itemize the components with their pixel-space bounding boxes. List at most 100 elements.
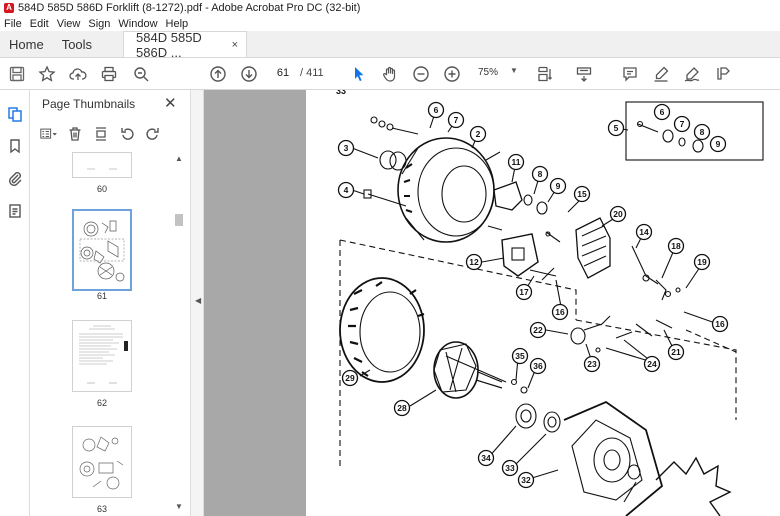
next-page-icon[interactable] <box>239 64 259 84</box>
thumbnail-page-60[interactable] <box>72 152 132 178</box>
svg-text:7: 7 <box>454 115 459 125</box>
tab-close-button[interactable]: × <box>232 39 238 51</box>
attachments-icon[interactable] <box>7 170 23 186</box>
thumbnail-page-61[interactable] <box>72 209 132 291</box>
callout-12: 12 <box>465 253 483 271</box>
scroll-down-icon[interactable]: ▼ <box>175 502 183 511</box>
previous-page-icon[interactable] <box>208 64 228 84</box>
tab-home[interactable]: Home <box>0 31 53 57</box>
cloud-upload-icon[interactable] <box>68 64 88 84</box>
callout-29: 29 <box>341 369 359 387</box>
page-thumbnails-icon[interactable] <box>7 106 23 122</box>
callout-22: 22 <box>529 321 547 339</box>
rotate-right-icon[interactable] <box>144 125 162 143</box>
svg-text:2: 2 <box>476 129 481 139</box>
svg-text:5: 5 <box>614 123 619 133</box>
thumbnail-page-63[interactable] <box>72 426 132 498</box>
callout-19: 19 <box>693 253 711 271</box>
menu-help[interactable]: Help <box>166 18 189 30</box>
scroll-mode-icon[interactable] <box>574 64 594 84</box>
panel-splitter[interactable]: ◀ <box>190 90 204 516</box>
svg-text:3: 3 <box>344 143 349 153</box>
callout-18: 18 <box>667 237 685 255</box>
thumbnail-label: 63 <box>96 504 107 514</box>
callout-9: 9 <box>709 135 727 153</box>
thumbnail-list: 60 61 62 63 <box>30 152 180 516</box>
zoom-level[interactable]: 75% <box>478 67 498 78</box>
zoom-in-icon[interactable] <box>442 64 462 84</box>
callout-5: 5 <box>607 119 625 137</box>
callout-8: 8 <box>693 123 711 141</box>
menu-bar: File Edit View Sign Window Help <box>0 16 780 31</box>
scrollbar-thumb[interactable] <box>175 214 183 226</box>
share-export-icon[interactable] <box>713 64 733 84</box>
bookmarks-icon[interactable] <box>7 138 23 154</box>
thumbnail-scrollbar[interactable]: ▲ ▼ <box>174 152 184 516</box>
svg-text:23: 23 <box>587 359 597 369</box>
find-zoom-icon[interactable] <box>131 64 151 84</box>
document-properties-icon[interactable] <box>7 203 23 219</box>
thumbnail-page-62[interactable] <box>72 320 132 392</box>
menu-edit[interactable]: Edit <box>30 18 49 30</box>
highlight-pen-icon[interactable] <box>651 64 671 84</box>
svg-text:21: 21 <box>671 347 681 357</box>
sign-icon[interactable] <box>682 64 702 84</box>
callout-8: 8 <box>531 165 549 183</box>
menu-view[interactable]: View <box>57 18 81 30</box>
insert-page-icon[interactable] <box>92 125 110 143</box>
zoom-dropdown-icon[interactable]: ▼ <box>510 66 518 75</box>
callout-34: 34 <box>477 449 495 467</box>
svg-text:33: 33 <box>505 463 515 473</box>
select-cursor-icon[interactable] <box>349 64 369 84</box>
delete-page-icon[interactable] <box>66 125 84 143</box>
callout-32: 32 <box>517 471 535 489</box>
document-workspace: 6 7 2 3 11 8 9 5 6 7 8 9 4 15 20 12 14 18 19 17 16 16 22 23 24 21… <box>204 90 780 516</box>
callout-11: 11 <box>507 153 525 171</box>
page-total: / 411 <box>300 67 324 79</box>
page-number-input[interactable]: 61 <box>271 64 295 82</box>
callout-7: 7 <box>673 115 691 133</box>
callout-33: 33 <box>501 459 519 477</box>
svg-text:16: 16 <box>555 307 565 317</box>
menu-file[interactable]: File <box>4 18 22 30</box>
tab-document-label: 584D 585D 586D ... <box>136 29 202 60</box>
svg-text:18: 18 <box>671 241 681 251</box>
zoom-out-icon[interactable] <box>411 64 431 84</box>
navigation-rail <box>0 90 30 516</box>
pdf-page[interactable]: 6 7 2 3 11 8 9 5 6 7 8 9 4 15 20 12 14 18 19 17 16 16 22 23 24 21… <box>306 90 780 516</box>
acrobat-app-icon: A <box>4 3 14 13</box>
collapse-panel-icon[interactable]: ◀ <box>195 296 201 305</box>
callout-16: 16 <box>711 315 729 333</box>
tab-document[interactable]: 584D 585D 586D ... × <box>123 29 248 60</box>
callout-6: 6 <box>653 103 671 121</box>
menu-window[interactable]: Window <box>118 18 157 30</box>
page-fit-icon[interactable] <box>535 64 555 84</box>
callout-28: 28 <box>393 399 411 417</box>
svg-text:8: 8 <box>700 127 705 137</box>
callout-2: 2 <box>469 125 487 143</box>
svg-text:14: 14 <box>639 227 649 237</box>
callout-16: 16 <box>551 303 569 321</box>
options-menu-icon[interactable] <box>40 125 58 143</box>
scroll-up-icon[interactable]: ▲ <box>175 154 183 163</box>
toolbar <box>0 58 780 90</box>
svg-text:17: 17 <box>519 287 529 297</box>
svg-text:34: 34 <box>481 453 491 463</box>
callout-3: 3 <box>337 139 355 157</box>
menu-sign[interactable]: Sign <box>88 18 110 30</box>
svg-text:28: 28 <box>397 403 407 413</box>
rotate-left-icon[interactable] <box>118 125 136 143</box>
print-icon[interactable] <box>99 64 119 84</box>
panel-close-button[interactable]: ✕ <box>164 94 177 112</box>
svg-text:24: 24 <box>647 359 657 369</box>
bookmark-star-icon[interactable] <box>37 64 57 84</box>
svg-text:12: 12 <box>469 257 479 267</box>
save-icon[interactable] <box>7 64 27 84</box>
callout-15: 15 <box>573 185 591 203</box>
hand-tool-icon[interactable] <box>380 64 400 84</box>
svg-text:8: 8 <box>538 169 543 179</box>
tab-tools[interactable]: Tools <box>53 31 101 57</box>
comment-icon[interactable] <box>620 64 640 84</box>
callout-36: 36 <box>529 357 547 375</box>
thumbnail-tools <box>40 124 162 144</box>
